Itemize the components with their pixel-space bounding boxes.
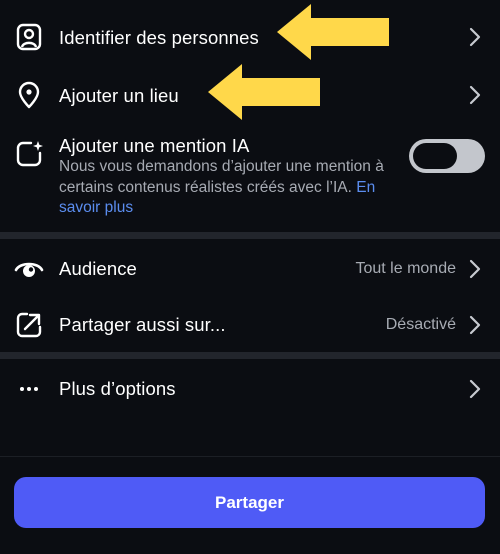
ai-label-description-text: Nous vous demandons d’ajouter une mentio… — [59, 158, 384, 196]
location-pin-icon — [14, 80, 44, 110]
chevron-right-icon — [469, 259, 481, 279]
section-divider — [0, 232, 500, 239]
footer-divider — [0, 456, 500, 457]
more-options-label: Plus d’options — [59, 378, 176, 399]
chevron-right-icon — [469, 315, 481, 335]
ai-label-toggle[interactable] — [409, 139, 485, 173]
share-to-row[interactable]: Partager aussi sur... Désactivé — [0, 303, 500, 347]
share-to-label: Partager aussi sur... — [59, 314, 226, 335]
share-button[interactable]: Partager — [14, 477, 485, 528]
chevron-right-icon — [469, 85, 481, 105]
chevron-right-icon — [469, 27, 481, 47]
person-tag-icon — [14, 22, 44, 52]
share-to-value: Désactivé — [385, 316, 456, 333]
section-divider — [0, 352, 500, 359]
eye-icon — [14, 254, 44, 284]
more-dots-icon — [14, 374, 44, 404]
tag-people-row[interactable]: Identifier des personnes — [0, 14, 500, 60]
tag-people-label: Identifier des personnes — [59, 27, 259, 48]
more-options-row[interactable]: Plus d’options — [0, 367, 500, 411]
toggle-knob — [413, 143, 457, 169]
annotation-arrow-icon — [277, 4, 389, 60]
share-arrow-icon — [14, 310, 44, 340]
audience-label: Audience — [59, 258, 137, 279]
ai-label-description: Nous vous demandons d’ajouter une mentio… — [59, 157, 399, 219]
ai-sparkle-icon — [14, 139, 44, 169]
annotation-arrow-icon — [208, 64, 320, 120]
chevron-right-icon — [469, 379, 481, 399]
ai-label-title: Ajouter une mention IA — [59, 135, 250, 156]
add-location-label: Ajouter un lieu — [59, 85, 179, 106]
audience-value: Tout le monde — [355, 260, 456, 277]
audience-row[interactable]: Audience Tout le monde — [0, 248, 500, 290]
